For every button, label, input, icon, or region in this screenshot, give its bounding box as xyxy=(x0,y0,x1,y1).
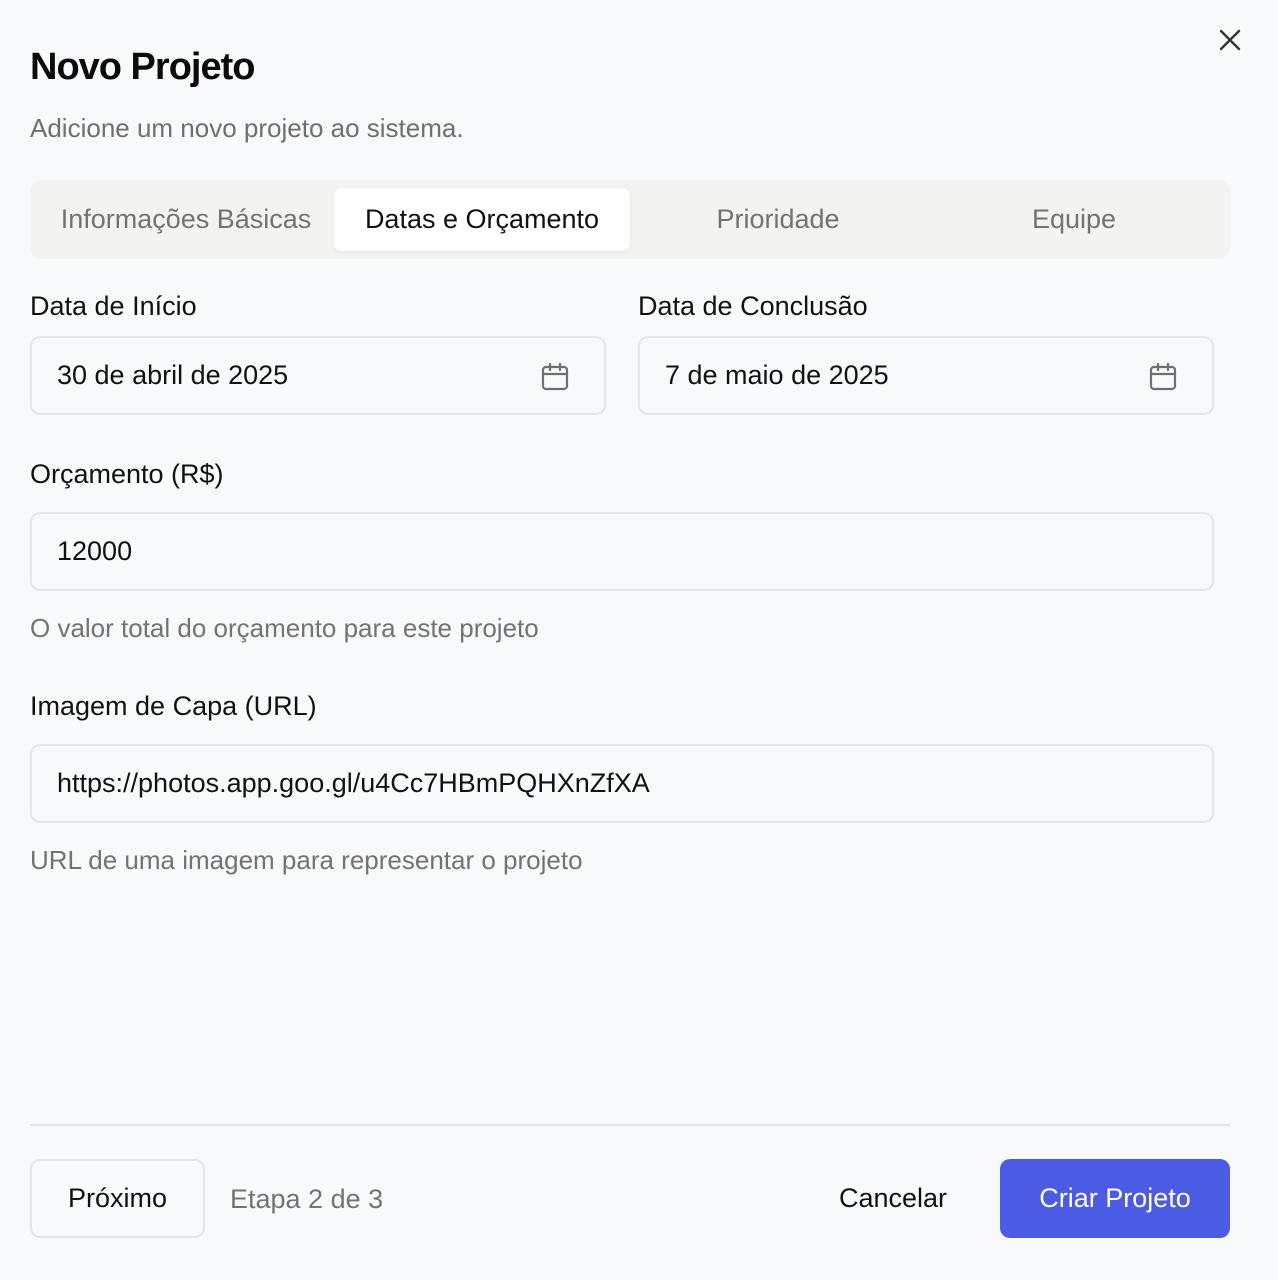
tab-basic-info[interactable]: Informações Básicas xyxy=(38,188,334,251)
tab-team[interactable]: Equipe xyxy=(926,188,1222,251)
start-date-value: 30 de abril de 2025 xyxy=(57,360,289,390)
cover-image-label: Imagem de Capa (URL) xyxy=(30,691,317,721)
start-date-picker[interactable]: 30 de abril de 2025 xyxy=(30,336,606,415)
calendar-icon xyxy=(541,362,569,391)
tab-dates-budget[interactable]: Datas e Orçamento xyxy=(334,188,630,251)
start-date-label: Data de Início xyxy=(30,291,197,321)
end-date-label: Data de Conclusão xyxy=(638,291,868,321)
cover-image-help-text: URL de uma imagem para representar o pro… xyxy=(30,845,583,875)
next-button[interactable]: Próximo xyxy=(30,1159,205,1238)
dialog-title: Novo Projeto xyxy=(30,46,255,88)
tab-priority[interactable]: Prioridade xyxy=(630,188,926,251)
cover-image-url-input[interactable]: https://photos.app.goo.gl/u4Cc7HBmPQHXnZ… xyxy=(30,744,1214,823)
close-button[interactable] xyxy=(1212,22,1248,58)
step-indicator: Etapa 2 de 3 xyxy=(230,1184,384,1214)
close-icon xyxy=(1219,29,1241,51)
new-project-dialog: Novo Projeto Adicione um novo projeto ao… xyxy=(0,0,1278,1280)
end-date-value: 7 de maio de 2025 xyxy=(665,360,889,390)
end-date-picker[interactable]: 7 de maio de 2025 xyxy=(638,336,1214,415)
cancel-button[interactable]: Cancelar xyxy=(812,1159,974,1238)
cover-image-url-value: https://photos.app.goo.gl/u4Cc7HBmPQHXnZ… xyxy=(57,768,650,798)
budget-input[interactable]: 12000 xyxy=(30,512,1214,591)
footer-divider xyxy=(30,1124,1230,1126)
budget-value: 12000 xyxy=(57,536,133,566)
budget-label: Orçamento (R$) xyxy=(30,459,224,489)
calendar-icon xyxy=(1149,362,1177,391)
tab-list: Informações Básicas Datas e Orçamento Pr… xyxy=(30,180,1230,259)
budget-help-text: O valor total do orçamento para este pro… xyxy=(30,613,539,643)
dialog-subtitle: Adicione um novo projeto ao sistema. xyxy=(30,113,464,143)
create-project-button[interactable]: Criar Projeto xyxy=(1000,1159,1230,1238)
